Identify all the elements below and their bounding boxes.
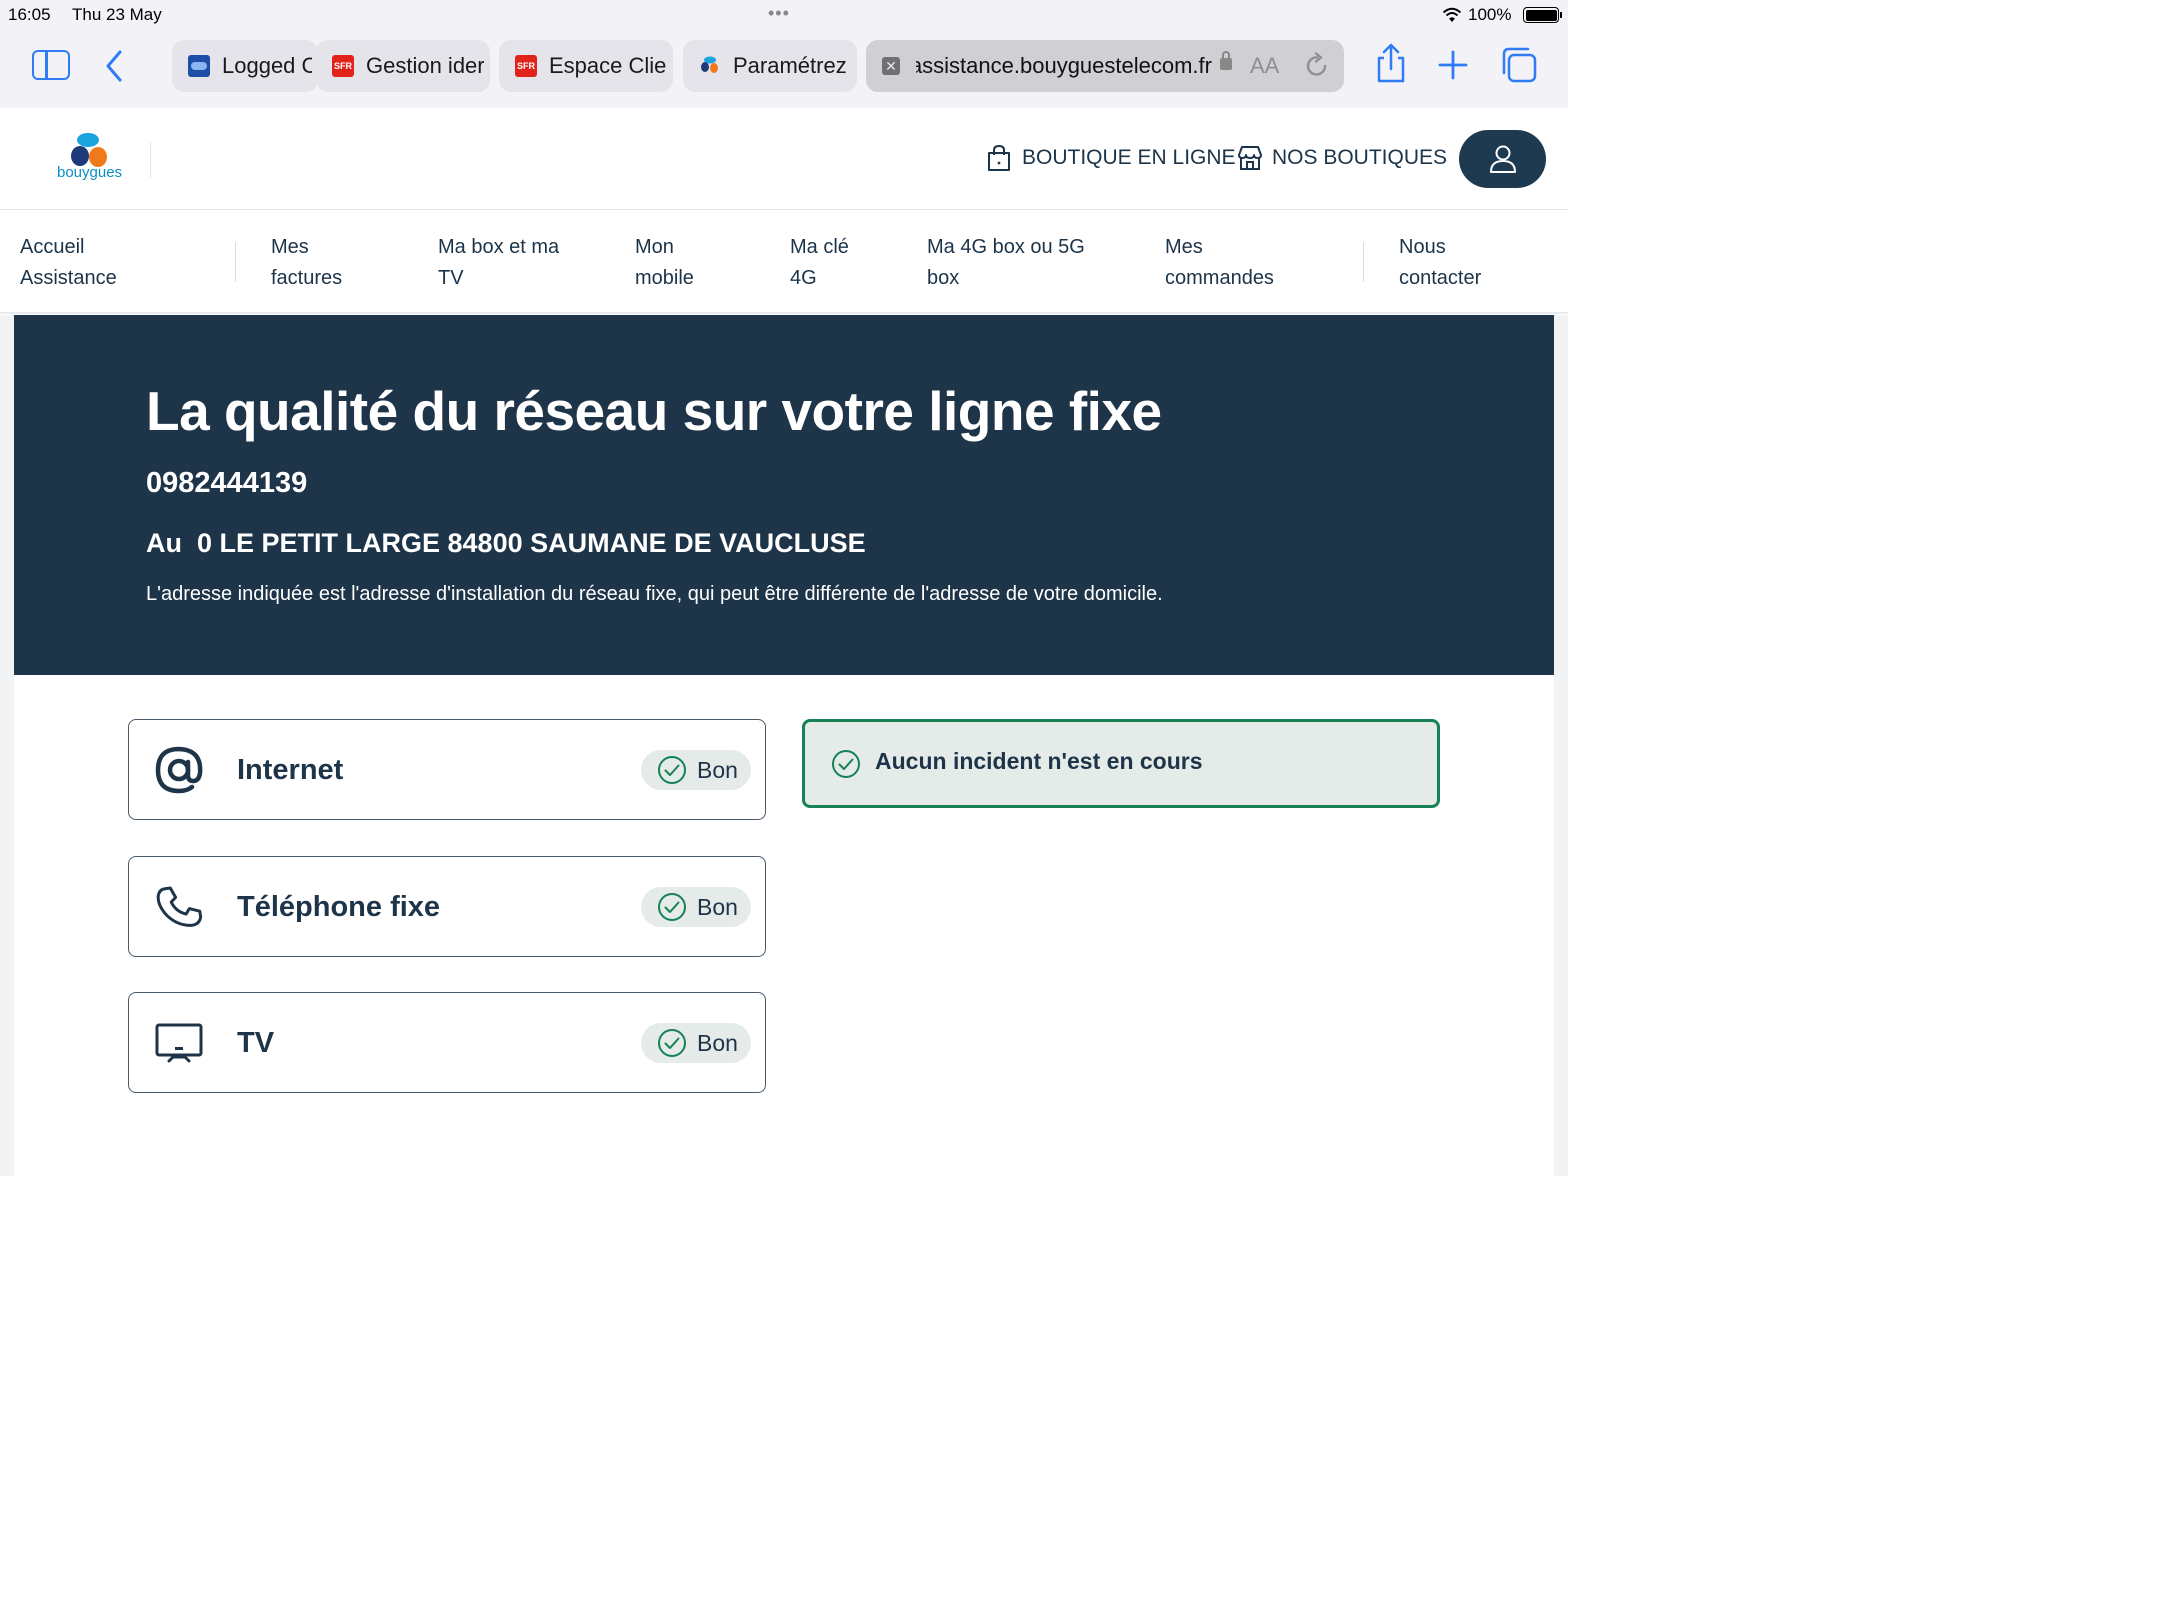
service-card-tv[interactable]: TV Bon (128, 992, 766, 1093)
nav-label-line: factures (271, 267, 343, 289)
tab-label: Paramétrez (733, 53, 847, 78)
nav-label-line: Accueil (20, 236, 85, 258)
service-card-telephone[interactable]: Téléphone fixe Bon (128, 856, 766, 957)
service-name: Téléphone fixe (237, 891, 441, 923)
shopping-bag-icon (988, 144, 1010, 171)
nav-label-line: Nous (1399, 236, 1446, 258)
wifi-icon (1442, 7, 1462, 22)
tab-label: Espace Clie (549, 53, 667, 78)
logo-text: bouygues (57, 164, 123, 181)
header-divider (150, 142, 151, 178)
nav-label-line: TV (438, 267, 464, 289)
nav-item-ma-cle-4g[interactable]: Ma clé 4G (790, 232, 849, 294)
check-circle-icon (832, 750, 860, 778)
browser-tab[interactable]: SFR Gestion ider (316, 40, 490, 92)
status-label: Bon (697, 757, 738, 783)
nav-item-mes-factures[interactable]: Mes factures (271, 232, 342, 294)
nav-item-ma-4g-5g-box[interactable]: Ma 4G box ou 5G box (927, 232, 1085, 294)
site-header: bouygues BOUTIQUE EN LIGNE NOS BOUTIQUES (0, 108, 1568, 210)
battery-percentage: 100% (1468, 5, 1512, 24)
status-bar: 16:05 Thu 23 May ••• 100% (0, 0, 1568, 30)
status-badge: Bon (641, 887, 751, 927)
status-badge: Bon (641, 1023, 751, 1063)
nav-label-line: Assistance (20, 267, 117, 289)
account-button[interactable] (1459, 130, 1546, 188)
new-tab-plus-icon[interactable] (1436, 48, 1470, 82)
tv-icon (155, 1023, 203, 1063)
browser-tab[interactable]: SFR Espace Clie (499, 40, 673, 92)
nav-label-line: Ma box et ma (438, 236, 560, 258)
tab-label: Logged C (222, 53, 312, 78)
hero-banner: La qualité du réseau sur votre ligne fix… (14, 315, 1554, 675)
status-label: Bon (697, 1030, 738, 1056)
phone-icon (156, 886, 203, 927)
check-circle-icon (658, 1029, 686, 1057)
nav-item-nous-contacter[interactable]: Nous contacter (1399, 232, 1481, 294)
address-bar[interactable]: ✕ assistance.bouyguestelecom.fr AA (866, 40, 1344, 92)
nav-item-mes-commandes[interactable]: Mes commandes (1165, 232, 1274, 294)
nav-label-line: Ma clé (790, 236, 849, 258)
status-badge: Bon (641, 750, 751, 790)
status-label: Bon (697, 894, 738, 920)
installation-address: Au 0 LE PETIT LARGE 84800 SAUMANE DE VAU… (146, 528, 866, 558)
reload-icon[interactable] (1304, 52, 1330, 80)
incident-message: Aucun incident n'est en cours (875, 748, 1203, 774)
tab-overview-icon[interactable] (1500, 46, 1538, 84)
back-arrow-icon[interactable] (100, 48, 128, 84)
nav-item-accueil-assistance[interactable]: Accueil Assistance (20, 232, 117, 294)
nav-label-line: mobile (635, 267, 694, 289)
our-shops-label: NOS BOUTIQUES (1272, 146, 1448, 169)
share-icon[interactable] (1374, 42, 1408, 84)
browser-toolbar: Logged C SFR Gestion ider SFR Espace Cli… (0, 30, 1568, 108)
sidebar-toggle-icon[interactable] (32, 50, 70, 80)
nav-divider (1363, 242, 1364, 282)
browser-tab[interactable]: Paramétrez (683, 40, 857, 92)
browser-tab[interactable]: Logged C (172, 40, 318, 92)
service-name: Internet (237, 754, 344, 786)
check-circle-icon (658, 756, 686, 784)
at-icon (155, 746, 203, 794)
nav-item-ma-box-tv[interactable]: Ma box et ma TV (438, 232, 559, 294)
bouygues-favicon-icon (701, 56, 718, 73)
status-date: Thu 23 May (72, 5, 162, 24)
battery-icon (1523, 7, 1562, 23)
phone-number: 0982444139 (146, 467, 308, 499)
store-icon (1238, 146, 1262, 170)
multitasking-dots-icon[interactable]: ••• (768, 3, 790, 24)
page-title: La qualité du réseau sur votre ligne fix… (146, 380, 1162, 442)
nav-label-line: box (927, 267, 960, 289)
main-navigation: Accueil Assistance Mes factures Ma box e… (0, 210, 1568, 314)
nav-label-line: Mes (271, 236, 309, 258)
nav-label-line: 4G (790, 267, 817, 289)
incident-status-box: Aucun incident n'est en cours (802, 719, 1440, 808)
reader-settings-button[interactable]: AA (1250, 53, 1279, 79)
tab-label: Gestion ider (366, 53, 484, 78)
lock-icon (1220, 51, 1232, 70)
close-tab-icon[interactable]: ✕ (882, 57, 900, 75)
nav-label-line: Ma 4G box ou 5G (927, 236, 1085, 258)
check-circle-icon (658, 893, 686, 921)
sfr-favicon-icon: SFR (515, 55, 537, 77)
nav-label-line: Mon (635, 236, 674, 258)
page-margin (0, 315, 14, 1176)
nav-label-line: commandes (1165, 267, 1274, 289)
service-name: TV (237, 1027, 275, 1059)
shop-online-link[interactable]: BOUTIQUE EN LIGNE (986, 144, 1236, 174)
shop-online-label: BOUTIQUE EN LIGNE (1022, 146, 1236, 169)
nav-divider (235, 242, 236, 282)
nav-label-line: Mes (1165, 236, 1203, 258)
address-note: L'adresse indiquée est l'adresse d'insta… (146, 583, 1163, 605)
sfr-favicon-icon: SFR (332, 55, 354, 77)
nav-item-mon-mobile[interactable]: Mon mobile (635, 232, 694, 294)
our-shops-link[interactable]: NOS BOUTIQUES (1236, 146, 1447, 174)
status-time: 16:05 (8, 5, 51, 24)
nav-label-line: contacter (1399, 267, 1482, 289)
service-card-internet[interactable]: Internet Bon (128, 719, 766, 820)
page-margin (1554, 315, 1568, 1176)
logged-favicon-icon (188, 55, 210, 77)
user-icon (1490, 145, 1516, 173)
url-text[interactable]: assistance.bouyguestelecom.fr (916, 53, 1212, 79)
